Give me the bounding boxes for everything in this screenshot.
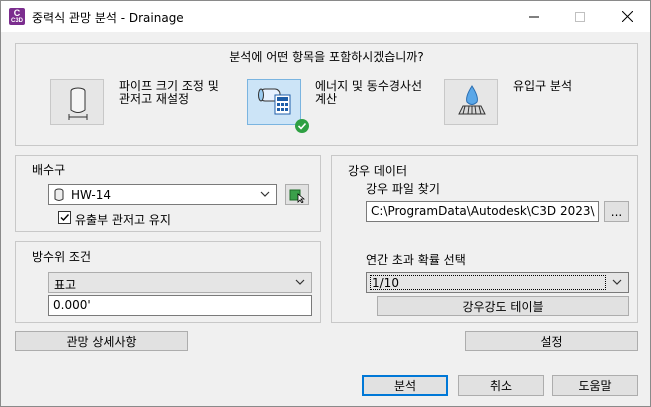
browse-rainfall-file-button[interactable]: ... (604, 201, 629, 222)
option-pipe-sizing-label: 파이프 크기 조정 및 관저고 재설정 (119, 79, 219, 106)
close-icon (621, 11, 633, 22)
tailwater-group: 방수위 조건 표고 0.000' (15, 241, 321, 323)
analysis-options-panel: 분석에 어떤 항목을 포함하시겠습니까? 파이프 크기 조정 및 관저고 재설정 (15, 43, 638, 146)
pipe-icon (68, 87, 88, 120)
dialog-window: C C3D 중력식 관망 분석 - Drainage 분석에 어떤 항목을 포함… (0, 0, 651, 407)
settings-button[interactable]: 설정 (465, 331, 638, 351)
app-icon-letter: C (13, 8, 21, 18)
energy-calc-icon (258, 88, 291, 115)
exceedance-probability-select[interactable]: 1/10 (366, 272, 629, 293)
close-button[interactable] (604, 1, 650, 32)
outfall-title: 배수구 (32, 163, 66, 177)
option-inlet-analysis-button[interactable] (444, 79, 498, 125)
rainfall-file-label: 강우 파일 찾기 (366, 182, 440, 196)
civil3d-app-icon: C C3D (9, 8, 25, 25)
structure-icon (54, 188, 64, 201)
option-inlet-analysis-label: 유입구 분석 (513, 79, 573, 93)
exceedance-label: 연간 초과 확률 선택 (366, 253, 466, 267)
rainfall-file-path-input[interactable]: C:\ProgramData\Autodesk\C3D 2023\ (366, 201, 599, 222)
window-title: 중력식 관망 분석 - Drainage (32, 11, 184, 25)
analyze-button[interactable]: 분석 (362, 375, 448, 396)
maximize-button[interactable] (557, 1, 603, 32)
tailwater-elevation-input[interactable]: 0.000' (48, 295, 312, 316)
minimize-icon (529, 16, 539, 17)
tailwater-condition-value: 표고 (54, 278, 77, 292)
option-energy-hgl-label: 에너지 및 동수경사선 계산 (315, 79, 422, 106)
check-icon (60, 214, 70, 222)
rainfall-title: 강우 데이터 (348, 164, 408, 178)
maximize-icon (575, 11, 585, 22)
tailwater-condition-select[interactable]: 표고 (48, 272, 312, 293)
chevron-down-icon (260, 191, 270, 197)
outfall-select[interactable]: HW-14 (48, 184, 277, 205)
network-details-button[interactable]: 관망 상세사항 (15, 331, 188, 351)
analysis-question: 분석에 어떤 항목을 포함하시겠습니까? (229, 50, 424, 64)
selected-check-icon (295, 119, 309, 133)
option-pipe-sizing-button[interactable] (50, 79, 104, 125)
tailwater-title: 방수위 조건 (32, 250, 92, 264)
help-button[interactable]: 도움말 (552, 375, 638, 396)
chevron-down-icon (612, 279, 622, 285)
outfall-value: HW-14 (71, 188, 112, 202)
rainfall-data-group: 강우 데이터 강우 파일 찾기 C:\ProgramData\Autodesk\… (331, 155, 638, 323)
cancel-button[interactable]: 취소 (458, 375, 544, 396)
keep-outfall-invert-checkbox[interactable] (58, 211, 71, 224)
outfall-group: 배수구 HW-14 유출부 관저고 유지 (15, 155, 321, 232)
idf-table-button[interactable]: 강우강도 테이블 (377, 296, 629, 316)
exceedance-value: 1/10 (372, 276, 399, 290)
pick-outfall-button[interactable] (285, 184, 309, 205)
chevron-down-icon (295, 279, 305, 285)
inlet-icon (458, 85, 486, 115)
focus-rect (370, 275, 606, 290)
app-icon-sub: C3D (10, 18, 23, 24)
title-bar[interactable]: C C3D 중력식 관망 분석 - Drainage (1, 1, 650, 32)
option-energy-hgl-button[interactable] (247, 79, 309, 133)
keep-outfall-invert-label: 유출부 관저고 유지 (75, 213, 171, 227)
minimize-button[interactable] (511, 1, 557, 32)
pick-from-drawing-icon (289, 189, 305, 203)
